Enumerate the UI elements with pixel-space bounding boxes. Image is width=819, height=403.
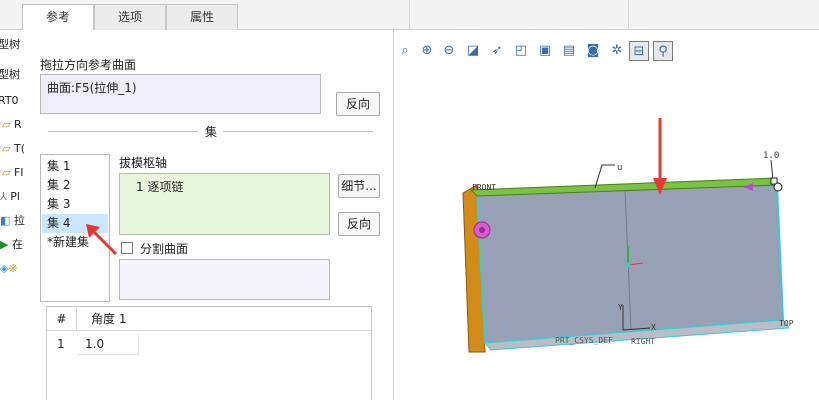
model-canvas[interactable]: u 1.0 Y X FRONT TOP PRT_CSYS_DEF RIGHT <box>395 30 819 400</box>
section-divider <box>48 131 198 132</box>
tab-properties[interactable]: 属性 <box>166 4 238 30</box>
orient-icon[interactable]: ➶ <box>487 41 507 61</box>
set-section-label: 集 <box>205 125 218 139</box>
tree-item-part[interactable]: RT0 <box>0 92 19 110</box>
ref-surface-collector[interactable]: 曲面:F5(拉伸_1) <box>40 74 321 114</box>
tree-item-insert-here[interactable]: ▶ 在 <box>0 236 23 254</box>
top-tab-bar: 参考 选项 属性 <box>0 0 819 31</box>
datum-display-icon[interactable]: ✲ <box>607 41 627 61</box>
pivot-label: 拔模枢轴 <box>119 156 168 170</box>
set-item[interactable]: 集 2 <box>42 176 108 195</box>
pivot-reverse-button[interactable]: 反向 <box>338 212 380 236</box>
set-item[interactable]: 集 3 <box>42 195 108 214</box>
pivot-leader <box>770 159 774 181</box>
spin-center-icon[interactable]: ⚲ <box>653 41 673 61</box>
tree-header: 型树 <box>0 38 20 51</box>
table-header-angle: 角度 1 <box>77 307 371 331</box>
tree-item-right-plane[interactable]: ▱ R <box>2 116 22 134</box>
annotation-arrow-icon <box>86 224 118 256</box>
pivot-chain-value: 1 逐项链 <box>136 180 184 194</box>
split-surface-collector[interactable] <box>119 259 330 300</box>
tree-header: 型树 <box>0 68 20 81</box>
u-label: u <box>617 163 622 173</box>
top-plane-label: TOP <box>779 319 794 328</box>
right-plane-label: RIGHT <box>631 337 655 346</box>
annotation-icon[interactable]: ⊟ <box>629 41 649 61</box>
ref-surface-value: 曲面:F5(拉伸_1) <box>47 81 137 95</box>
extrude-icon: ◧ <box>0 214 11 227</box>
camera-icon[interactable]: ◙ <box>583 41 603 61</box>
csys-name-label: PRT_CSYS_DEF <box>555 336 613 345</box>
table-header-index: # <box>47 307 77 331</box>
insert-arrow-icon: ▶ <box>0 238 9 251</box>
toolbar-separator <box>628 0 629 30</box>
table-cell-index: 1 <box>57 337 65 351</box>
zoom-fit-icon[interactable]: ⌕ <box>395 41 415 61</box>
tree-item-csys[interactable]: ⅄ Pl <box>0 188 20 206</box>
split-surface-label: 分割曲面 <box>140 242 189 256</box>
drag-handle-circle[interactable] <box>773 182 783 192</box>
angles-table[interactable]: # 角度 1 1 1.0 <box>46 306 372 400</box>
set-item[interactable]: 集 1 <box>42 157 108 176</box>
y-axis-label: Y <box>618 303 623 312</box>
pivot-collector[interactable]: 1 逐项链 <box>119 173 330 235</box>
front-plane-label: FRONT <box>472 183 496 192</box>
zoom-in-icon[interactable]: ⊕ <box>417 41 437 61</box>
repaint-icon[interactable]: ◪ <box>463 41 483 61</box>
display-style-icon[interactable]: ▣ <box>535 41 555 61</box>
x-axis-label: X <box>651 323 656 332</box>
split-surface-checkbox[interactable] <box>121 242 133 254</box>
tree-item-top-plane[interactable]: ▱ T( <box>2 140 25 158</box>
section-divider <box>223 131 373 132</box>
layers-icon[interactable]: ▤ <box>559 41 579 61</box>
tree-item-front-plane[interactable]: ▱ FI <box>2 164 24 182</box>
datum-plane-icon: ▱ <box>2 118 11 131</box>
table-cell-angle[interactable]: 1.0 <box>77 333 139 355</box>
tab-options[interactable]: 选项 <box>94 4 166 30</box>
selection-marker-center <box>479 227 485 233</box>
graphics-viewport[interactable]: u 1.0 Y X FRONT TOP PRT_CSYS_DEF RIGHT <box>395 30 819 400</box>
details-button[interactable]: 细节... <box>338 174 380 198</box>
csys-origin <box>625 262 631 268</box>
view-toolbar: ⌕ ⊕ ⊖ ◪ ➶ ◰ ▣ ▤ ◙ ✲ ⊟ ⚲ <box>395 38 685 66</box>
reverse-direction-button[interactable]: 反向 <box>336 92 380 116</box>
pivot-value-label: 1.0 <box>763 151 779 161</box>
tree-item-extrude[interactable]: ◧ 拉 <box>0 212 25 230</box>
tab-references[interactable]: 参考 <box>22 4 94 31</box>
draft-references-panel: 拖拉方向参考曲面 曲面:F5(拉伸_1) 反向 集 集 1 集 2 集 3 集 … <box>26 30 394 400</box>
ref-surface-label: 拖拉方向参考曲面 <box>40 58 137 72</box>
csys-icon: ⅄ <box>0 190 7 203</box>
datum-plane-icon: ▱ <box>2 166 11 179</box>
datum-plane-icon: ▱ <box>2 142 11 155</box>
saved-views-icon[interactable]: ◰ <box>511 41 531 61</box>
zoom-out-icon[interactable]: ⊖ <box>439 41 459 61</box>
toolbar-separator <box>409 0 410 30</box>
tree-item-draft[interactable]: ◈※ <box>0 260 18 278</box>
